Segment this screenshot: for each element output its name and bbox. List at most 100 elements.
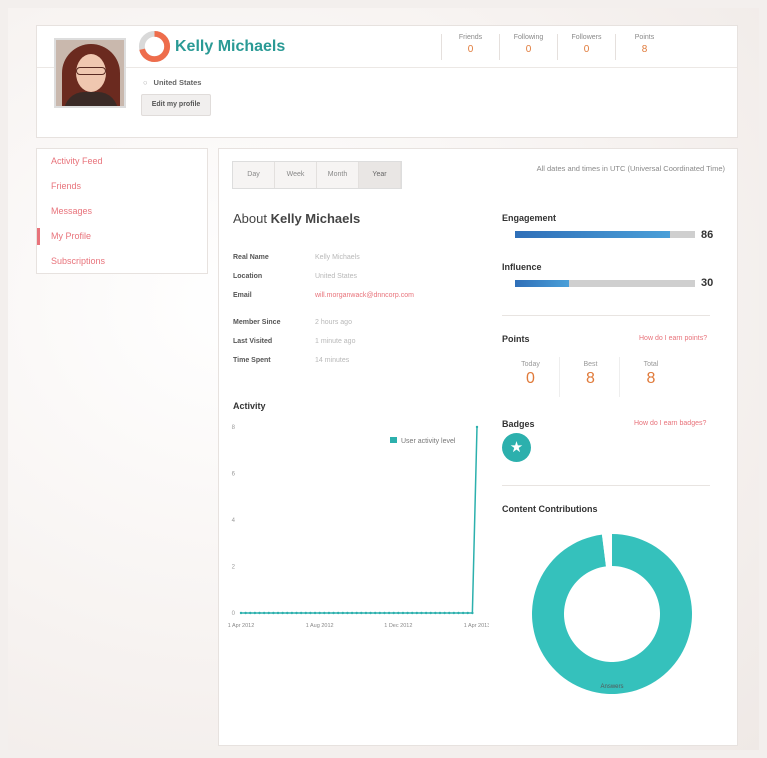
x-tick-label: 1 Apr 2012 [228, 623, 255, 629]
x-tick-label: 1 Dec 2012 [384, 623, 412, 629]
data-point [383, 611, 386, 615]
sidebar-item-activity-feed[interactable]: Activity Feed [37, 149, 207, 174]
stat-label: Friends [458, 34, 483, 41]
data-point [457, 611, 460, 615]
location-pin-icon: ○ [143, 78, 148, 87]
stat-points[interactable]: Points 8 [615, 34, 673, 60]
email-link[interactable]: will.morganwack@dnncorp.com [315, 292, 414, 299]
y-tick-label: 0 [232, 611, 236, 617]
points-box-label: Total [643, 361, 659, 368]
y-tick-label: 6 [232, 472, 236, 478]
points-help-link[interactable]: How do I earn points? [639, 335, 707, 342]
location-text: United States [153, 78, 202, 87]
content-contributions-heading: Content Contributions [502, 504, 598, 514]
data-point [373, 611, 377, 615]
data-point [415, 611, 419, 615]
data-point [346, 611, 349, 615]
slice-label: Answers [600, 684, 623, 690]
about-title: About Kelly Michaels [233, 211, 360, 226]
data-point [299, 611, 303, 615]
info-key: Location [233, 273, 263, 280]
sidebar-nav: Activity Feed Friends Messages My Profil… [36, 148, 208, 274]
edit-profile-button[interactable]: Edit my profile [141, 94, 211, 116]
y-tick-label: 2 [232, 565, 236, 571]
data-point [378, 611, 382, 615]
engagement-bar [515, 231, 695, 238]
tab-year[interactable]: Year [359, 162, 401, 188]
stat-label: Points [634, 34, 655, 41]
activity-chart: 0 2 4 6 8 1 Apr 2012 1 Aug 2012 1 Dec 2012 1 Apr… [228, 425, 489, 629]
stat-value: 0 [583, 44, 590, 55]
data-point [369, 611, 372, 615]
data-point [295, 611, 298, 615]
points-box-value: 8 [586, 370, 595, 387]
data-point [267, 611, 270, 615]
points-box-value: 0 [526, 370, 535, 387]
data-point [471, 611, 474, 615]
data-point [304, 611, 307, 615]
data-point [336, 611, 340, 615]
tab-month[interactable]: Month [317, 162, 359, 188]
info-key: Last Visited [233, 338, 273, 345]
data-point [258, 611, 261, 615]
data-point [406, 611, 409, 615]
avatar[interactable] [54, 38, 126, 108]
data-point [429, 611, 432, 615]
data-point [323, 611, 326, 615]
sidebar-item-messages[interactable]: Messages [37, 199, 207, 224]
engagement-value: 86 [701, 229, 714, 241]
legend-label: User activity level [401, 438, 456, 445]
engagement-bar-fill [515, 231, 670, 238]
stat-label: Followers [571, 34, 602, 41]
stat-value: 8 [641, 44, 648, 55]
data-point [364, 611, 368, 615]
y-tick-label: 4 [232, 518, 236, 524]
data-point [276, 611, 280, 615]
info-value: 1 minute ago [315, 338, 356, 345]
data-point [397, 611, 400, 615]
data-point [253, 611, 257, 615]
data-point [392, 611, 395, 615]
star-icon[interactable]: ★ [502, 433, 531, 462]
data-point [466, 611, 469, 615]
tab-week[interactable]: Week [275, 162, 317, 188]
data-point [313, 611, 317, 615]
x-tick-label: 1 Aug 2012 [306, 623, 334, 629]
data-point [332, 611, 335, 615]
activity-heading: Activity [233, 401, 266, 411]
sidebar-item-my-profile[interactable]: My Profile [37, 224, 207, 249]
info-key: Member Since [233, 319, 281, 326]
tab-day[interactable]: Day [233, 162, 275, 188]
badges-help-link[interactable]: How do I earn badges? [634, 420, 706, 427]
data-point [401, 611, 405, 615]
user-location: ○ United States [143, 78, 201, 87]
info-value: 2 hours ago [315, 319, 352, 326]
stat-following[interactable]: Following 0 [499, 34, 557, 60]
influence-bar-fill [515, 280, 569, 287]
data-point [249, 611, 252, 615]
stat-friends[interactable]: Friends 0 [441, 34, 499, 60]
data-point [350, 611, 354, 615]
points-today: Today 0 [502, 357, 560, 397]
points-heading: Points [502, 334, 530, 344]
info-value: 14 minutes [315, 357, 350, 364]
data-point [309, 611, 312, 615]
stat-followers[interactable]: Followers 0 [557, 34, 615, 60]
info-row-location: Location United States [233, 273, 357, 280]
legend-swatch [390, 437, 397, 443]
info-row-time-spent: Time Spent 14 minutes [233, 357, 349, 364]
profile-header: Kelly Michaels Friends 0 Following 0 Fol… [36, 25, 738, 138]
influence-value: 30 [701, 277, 714, 289]
stat-value: 0 [525, 44, 532, 55]
data-point [360, 611, 363, 615]
sidebar-item-subscriptions[interactable]: Subscriptions [37, 249, 207, 274]
data-point [290, 611, 294, 615]
sidebar-item-friends[interactable]: Friends [37, 174, 207, 199]
badges-heading: Badges [502, 419, 535, 429]
data-point [424, 611, 428, 615]
timezone-note: All dates and times in UTC (Universal Co… [536, 164, 725, 173]
data-point [327, 611, 331, 615]
info-key: Time Spent [233, 357, 271, 364]
info-row-email: Email will.morganwack@dnncorp.com [233, 292, 414, 299]
divider [502, 315, 710, 316]
